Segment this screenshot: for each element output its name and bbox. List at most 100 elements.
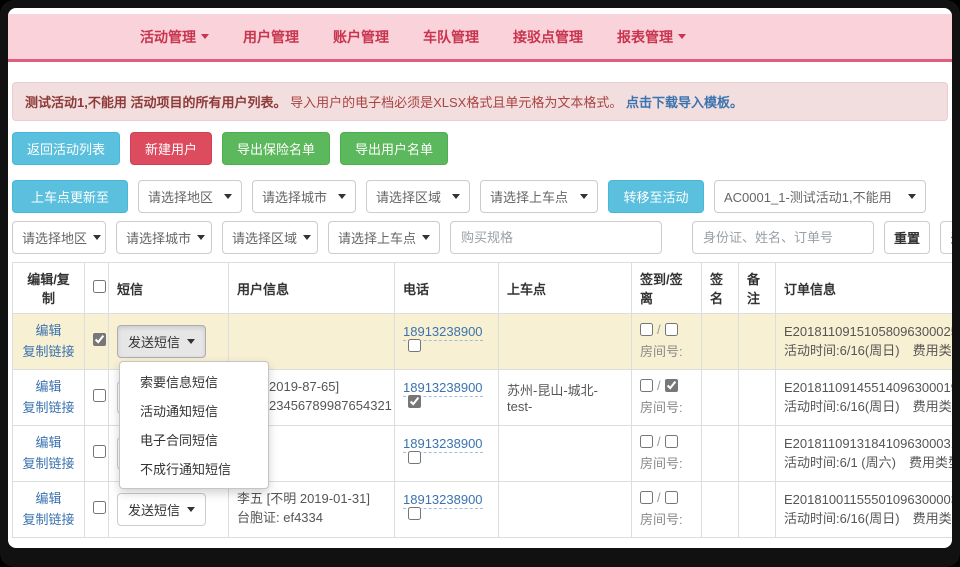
signature-cell <box>702 314 739 370</box>
pickup-point-cell <box>499 481 632 537</box>
note-cell <box>739 481 776 537</box>
nav-shuttle-point-management[interactable]: 接驳点管理 <box>513 27 583 47</box>
nav-label: 用户管理 <box>243 27 299 47</box>
signin-checkbox[interactable] <box>640 435 653 448</box>
region-select-2[interactable]: 请选择地区 <box>12 221 106 254</box>
pickup-point-select-2[interactable]: 请选择上车点 <box>328 221 440 254</box>
activity-select[interactable]: AC0001_1-测试活动1,不能用 <box>714 180 926 213</box>
select-value: 请选择区域 <box>232 228 297 247</box>
header-signin-signout: 签到/签离 <box>632 263 702 314</box>
user-info-line1: 2019-87-65] <box>269 378 386 397</box>
chevron-down-icon <box>580 194 588 199</box>
select-value: AC0001_1-测试活动1,不能用 <box>724 187 892 206</box>
district-select-2[interactable]: 请选择区域 <box>222 221 318 254</box>
note-cell <box>739 369 776 425</box>
row-checkbox[interactable] <box>93 333 106 346</box>
nav-account-management[interactable]: 账户管理 <box>333 27 389 47</box>
pickup-point-cell: 苏州-昆山-城北-test- <box>499 369 632 425</box>
edit-link[interactable]: 编辑 <box>35 435 61 450</box>
region-select[interactable]: 请选择地区 <box>138 180 242 213</box>
phone-checkbox[interactable] <box>408 507 421 520</box>
city-select-2[interactable]: 请选择城市 <box>116 221 212 254</box>
export-insurance-list-button[interactable]: 导出保险名单 <box>222 132 330 165</box>
alert-warning-text: 导入用户的电子档必须是XLSX格式且单元格为文本格式。 <box>290 95 622 110</box>
copy-link[interactable]: 复制链接 <box>22 400 74 415</box>
row-checkbox[interactable] <box>93 445 106 458</box>
update-pickup-point-button[interactable]: 上车点更新至 <box>12 180 128 213</box>
pickup-point-cell <box>499 425 632 481</box>
menu-item-request-info-sms[interactable]: 索要信息短信 <box>120 367 268 396</box>
filter-button[interactable]: 过滤 <box>940 221 952 254</box>
phone-checkbox[interactable] <box>408 395 421 408</box>
phone-checkbox[interactable] <box>408 451 421 464</box>
sign-separator: / <box>657 434 661 449</box>
phone-checkbox[interactable] <box>408 339 421 352</box>
purchase-spec-input[interactable] <box>450 221 662 254</box>
search-input[interactable] <box>692 221 874 254</box>
order-number: E20181109131841096300031 <box>784 434 952 454</box>
header-pickup-point: 上车点 <box>499 263 632 314</box>
chevron-down-icon <box>197 235 205 240</box>
download-template-link[interactable]: 点击下载导入模板。 <box>626 95 743 110</box>
menu-item-activity-notice-sms[interactable]: 活动通知短信 <box>120 396 268 425</box>
transfer-to-activity-button[interactable]: 转移至活动 <box>608 180 704 213</box>
export-user-list-button[interactable]: 导出用户名单 <box>340 132 448 165</box>
select-all-checkbox[interactable] <box>93 280 106 293</box>
reset-button[interactable]: 重置 <box>884 221 930 254</box>
user-table-zone: 编辑/复制 短信 用户信息 电话 上车点 签到/签离 签名 备注 订单信息 <box>12 262 952 538</box>
district-select[interactable]: 请选择区域 <box>366 180 470 213</box>
copy-link[interactable]: 复制链接 <box>22 344 74 359</box>
sms-dropdown-menu: 索要信息短信 活动通知短信 电子合同短信 不成行通知短信 <box>119 361 269 489</box>
menu-item-e-contract-sms[interactable]: 电子合同短信 <box>120 425 268 454</box>
send-sms-button[interactable]: 发送短信 <box>117 493 206 526</box>
chevron-down-icon <box>224 194 232 199</box>
table-row-1: 编辑 复制链接 发送短信 索要信息短信 <box>13 314 953 370</box>
chevron-down-icon <box>187 507 195 512</box>
nav-report-management[interactable]: 报表管理 <box>617 27 686 47</box>
chevron-down-icon <box>422 235 430 240</box>
row-checkbox[interactable] <box>93 501 106 514</box>
room-number-label: 房间号: <box>640 509 693 528</box>
edit-link[interactable]: 编辑 <box>35 379 61 394</box>
copy-link[interactable]: 复制链接 <box>22 512 74 527</box>
send-sms-label: 发送短信 <box>128 500 180 519</box>
copy-link[interactable]: 复制链接 <box>22 456 74 471</box>
nav-user-management[interactable]: 用户管理 <box>243 27 299 47</box>
signin-checkbox[interactable] <box>640 491 653 504</box>
signout-checkbox[interactable] <box>665 435 678 448</box>
signout-checkbox[interactable] <box>665 491 678 504</box>
filter-row-1: 上车点更新至 请选择地区 请选择城市 请选择区域 请选择上车点 转移至活动 AC… <box>12 180 948 213</box>
alert-title: 测试活动1,不能用 活动项目的所有用户列表。 <box>25 95 286 110</box>
nav-label: 接驳点管理 <box>513 27 583 47</box>
signature-cell <box>702 481 739 537</box>
room-number-label: 房间号: <box>640 453 693 472</box>
pickup-point-select[interactable]: 请选择上车点 <box>480 180 598 213</box>
signout-checkbox[interactable] <box>665 379 678 392</box>
select-value: 请选择地区 <box>22 228 87 247</box>
app-window: 活动管理 用户管理 账户管理 车队管理 接驳点管理 报表管理 测试活动1,不能用… <box>8 8 952 548</box>
menu-item-cancellation-notice-sms[interactable]: 不成行通知短信 <box>120 454 268 483</box>
nav-label: 报表管理 <box>617 27 673 47</box>
signin-checkbox[interactable] <box>640 323 653 336</box>
select-value: 请选择上车点 <box>338 228 416 247</box>
nav-label: 账户管理 <box>333 27 389 47</box>
user-info-line2: 23456789987654321 <box>269 397 386 416</box>
send-sms-button[interactable]: 发送短信 <box>117 325 206 358</box>
signin-checkbox[interactable] <box>640 379 653 392</box>
header-signature: 签名 <box>702 263 739 314</box>
filter-row-2: 请选择地区 请选择城市 请选择区域 请选择上车点 重置 过滤 <box>12 221 948 254</box>
user-info-line2: 台胞证: ef4334 <box>237 509 386 528</box>
signout-checkbox[interactable] <box>665 323 678 336</box>
order-time: 活动时间:6/16(周日) 费用类型 <box>784 397 952 417</box>
new-user-button[interactable]: 新建用户 <box>130 132 212 165</box>
nav-fleet-management[interactable]: 车队管理 <box>423 27 479 47</box>
back-to-activity-list-button[interactable]: 返回活动列表 <box>12 132 120 165</box>
row-checkbox[interactable] <box>93 389 106 402</box>
edit-link[interactable]: 编辑 <box>35 491 61 506</box>
chevron-down-icon <box>452 194 460 199</box>
edit-link[interactable]: 编辑 <box>35 323 61 338</box>
screenshot-frame: 活动管理 用户管理 账户管理 车队管理 接驳点管理 报表管理 测试活动1,不能用… <box>0 0 960 567</box>
sign-separator: / <box>657 490 661 505</box>
city-select[interactable]: 请选择城市 <box>252 180 356 213</box>
nav-activity-management[interactable]: 活动管理 <box>140 27 209 47</box>
